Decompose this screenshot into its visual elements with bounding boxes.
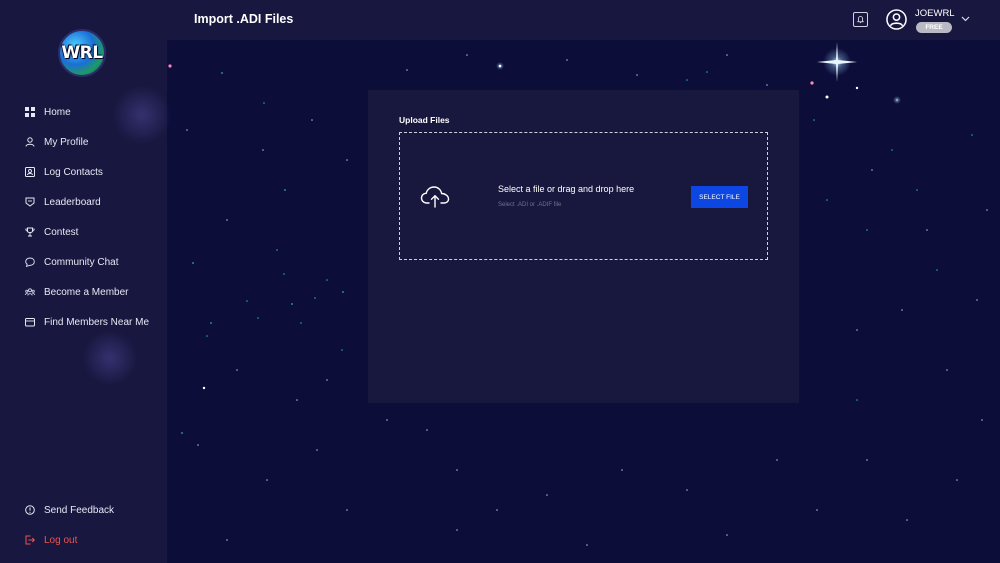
- sidebar-item-contest[interactable]: Contest: [0, 217, 167, 247]
- user-avatar-icon: [886, 9, 907, 30]
- avatar[interactable]: [886, 9, 907, 30]
- sidebar-item-log-contacts[interactable]: Log Contacts: [0, 157, 167, 187]
- page-title: Import .ADI Files: [194, 12, 294, 26]
- info-icon: [25, 505, 35, 515]
- upload-panel-title: Upload Files: [399, 115, 450, 125]
- main-content: Upload Files Select a file or drag and d…: [167, 40, 1000, 563]
- leaderboard-icon: [25, 197, 35, 207]
- sidebar-item-log-out[interactable]: Log out: [0, 525, 167, 555]
- sidebar-item-home[interactable]: Home: [0, 97, 167, 127]
- logo-text: WRL: [61, 43, 103, 63]
- sidebar-item-label: Find Members Near Me: [44, 316, 150, 328]
- chevron-down-icon: [961, 16, 970, 22]
- folder-icon: [25, 317, 35, 327]
- dropzone-instructions: Select a file or drag and drop here: [498, 184, 635, 194]
- sidebar: WRL Home My Profile Log Contacts Leaderb…: [0, 0, 172, 563]
- bell-icon: [857, 15, 864, 24]
- cloud-upload-icon: [420, 184, 450, 209]
- sidebar-item-label: Log out: [44, 534, 78, 546]
- chat-icon: [25, 257, 35, 267]
- top-header: Import .ADI Files JOEWRL FREE: [167, 0, 1000, 40]
- account-menu-toggle[interactable]: [961, 16, 970, 22]
- sidebar-item-community-chat[interactable]: Community Chat: [0, 247, 167, 277]
- sidebar-item-label: My Profile: [44, 136, 89, 148]
- plan-badge: FREE: [916, 22, 952, 33]
- logout-icon: [25, 535, 35, 545]
- app-root: WRL Home My Profile Log Contacts Leaderb…: [0, 0, 1000, 563]
- sidebar-item-label: Community Chat: [44, 256, 119, 268]
- notification-bell-button[interactable]: [853, 12, 868, 27]
- sidebar-item-become-a-member[interactable]: Become a Member: [0, 277, 167, 307]
- file-dropzone[interactable]: Select a file or drag and drop here Sele…: [399, 132, 768, 260]
- sidebar-item-label: Log Contacts: [44, 166, 103, 178]
- select-file-button[interactable]: SELECT FILE: [691, 186, 748, 208]
- sidebar-item-label: Leaderboard: [44, 196, 101, 208]
- user-icon: [25, 137, 35, 147]
- sidebar-nav: Home My Profile Log Contacts Leaderboard: [0, 97, 167, 337]
- sidebar-glow: [82, 330, 138, 386]
- contact-card-icon: [25, 167, 35, 177]
- sidebar-item-find-members-near-me[interactable]: Find Members Near Me: [0, 307, 167, 337]
- grid-icon: [25, 107, 35, 117]
- sidebar-bottom-nav: Send Feedback Log out: [0, 495, 167, 555]
- sidebar-item-send-feedback[interactable]: Send Feedback: [0, 495, 167, 525]
- members-icon: [25, 287, 35, 297]
- wrl-logo[interactable]: WRL: [58, 29, 106, 77]
- sidebar-item-label: Contest: [44, 226, 79, 238]
- sidebar-item-leaderboard[interactable]: Leaderboard: [0, 187, 167, 217]
- trophy-icon: [25, 227, 35, 237]
- dropzone-hint: Select .ADI or .ADIF file: [498, 202, 562, 208]
- sidebar-item-label: Home: [44, 106, 71, 118]
- sidebar-item-label: Become a Member: [44, 286, 129, 298]
- upload-panel: Upload Files Select a file or drag and d…: [368, 90, 799, 403]
- username[interactable]: JOEWRL: [915, 8, 955, 19]
- sidebar-item-my-profile[interactable]: My Profile: [0, 127, 167, 157]
- sidebar-item-label: Send Feedback: [44, 504, 115, 516]
